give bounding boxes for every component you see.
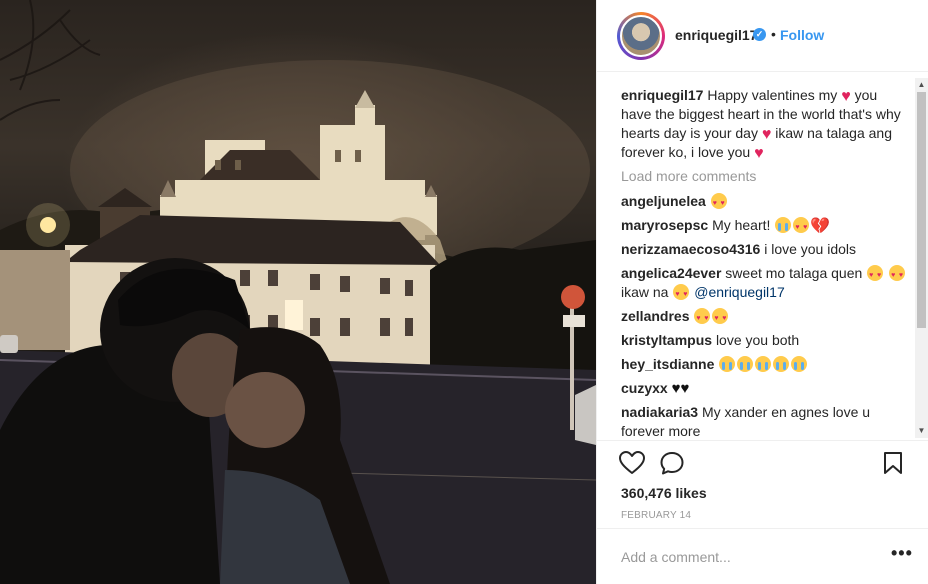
comment-username[interactable]: nadiakaria3: [621, 404, 698, 420]
comment-bubble-icon[interactable]: [659, 451, 685, 475]
comment-username[interactable]: zellandres: [621, 308, 689, 324]
comment-username[interactable]: angeljunelea: [621, 193, 706, 209]
comment-item: cuzyxx ♥♥: [621, 379, 909, 398]
scrollbar-thumb[interactable]: [917, 92, 926, 328]
crying-emoji-icon: [773, 356, 790, 372]
caption-username[interactable]: enriquegil17: [621, 87, 703, 103]
bookmark-icon[interactable]: [883, 451, 903, 475]
crying-emoji-icon: [775, 217, 792, 233]
comment-item: nerizzamaecoso4316 i love you idols: [621, 240, 909, 259]
comment-item: hey_itsdianne: [621, 355, 909, 374]
heart-eyes-emoji-icon: [673, 284, 690, 304]
broken-heart-icon: 💔: [810, 218, 831, 235]
verified-badge-icon: ✓: [753, 28, 766, 41]
crying-emoji-icon: [719, 356, 736, 372]
mention-link[interactable]: @enriquegil17: [694, 284, 785, 300]
more-options-button[interactable]: •••: [891, 543, 913, 564]
heart-eyes-emoji-icon: [694, 308, 711, 328]
likes-count[interactable]: 360,476 likes: [621, 485, 707, 501]
comment-text: i love you idols: [764, 241, 857, 257]
comment-username[interactable]: kristyltampus: [621, 332, 712, 348]
red-heart-icon: ♥: [761, 126, 772, 143]
avatar-image: [620, 15, 662, 57]
comment-username[interactable]: angelica24ever: [621, 265, 721, 281]
comment-item: angelica24ever sweet mo talaga quen ikaw…: [621, 264, 909, 304]
comment-username[interactable]: cuzyxx: [621, 380, 668, 396]
comment-text: love you both: [715, 332, 800, 348]
crying-emoji-icon: [737, 356, 754, 372]
comment-item: zellandres: [621, 307, 909, 328]
separator-dot: •: [771, 26, 776, 42]
comment-username[interactable]: maryrosepsc: [621, 217, 708, 233]
comment-username[interactable]: nerizzamaecoso4316: [621, 241, 760, 257]
action-bar: 360,476 likes FEBRUARY 14: [597, 440, 928, 528]
heart-eyes-emoji-icon: [712, 308, 729, 328]
author-avatar[interactable]: [617, 12, 665, 60]
load-more-comments[interactable]: Load more comments: [621, 168, 909, 184]
add-comment-bar: •••: [597, 528, 928, 584]
post-date: FEBRUARY 14: [621, 510, 692, 521]
post-header: enriquegil17 ✓ • Follow: [597, 0, 928, 72]
heart-eyes-emoji-icon: [710, 193, 727, 213]
crying-emoji-icon: [791, 356, 808, 372]
heart-eyes-emoji-icon: [867, 265, 884, 285]
comments-list: enriquegil17 Happy valentines my ♥ you h…: [621, 86, 909, 438]
comment-item: kristyltampus love you both: [621, 331, 909, 350]
crying-emoji-icon: [755, 356, 772, 372]
comment-text: My heart!: [712, 217, 771, 233]
comment-item: maryrosepsc My heart! 💔: [621, 216, 909, 237]
comment-item: nadiakaria3 My xander en agnes love u fo…: [621, 403, 909, 438]
caption-text-1: Happy valentines my: [707, 87, 838, 103]
add-comment-input[interactable]: [621, 549, 871, 565]
heart-eyes-emoji-icon: [793, 217, 810, 237]
post-sidebar: enriquegil17 ✓ • Follow enriquegil17 Hap…: [596, 0, 928, 584]
red-heart-icon: ♥: [841, 88, 851, 105]
heart-eyes-emoji-icon: [889, 265, 906, 285]
comment-text: sweet mo talaga quen: [725, 265, 863, 281]
red-heart-icon: ♥: [754, 145, 764, 162]
post-photo[interactable]: [0, 0, 596, 584]
scroll-down-arrow-icon[interactable]: ▼: [915, 424, 928, 438]
scroll-up-arrow-icon[interactable]: ▲: [915, 78, 928, 92]
comment-text: ikaw na: [621, 284, 669, 300]
comment-username[interactable]: hey_itsdianne: [621, 356, 714, 372]
like-heart-icon[interactable]: [619, 451, 645, 475]
comments-scrollbar[interactable]: ▲ ▼: [915, 78, 928, 438]
black-heart-icon: ♥♥: [671, 380, 690, 397]
author-username[interactable]: enriquegil17: [675, 27, 757, 43]
follow-button[interactable]: Follow: [780, 27, 824, 43]
comment-item: angeljunelea: [621, 192, 909, 213]
photo-scene: [0, 0, 596, 584]
post-caption: enriquegil17 Happy valentines my ♥ you h…: [621, 86, 909, 162]
